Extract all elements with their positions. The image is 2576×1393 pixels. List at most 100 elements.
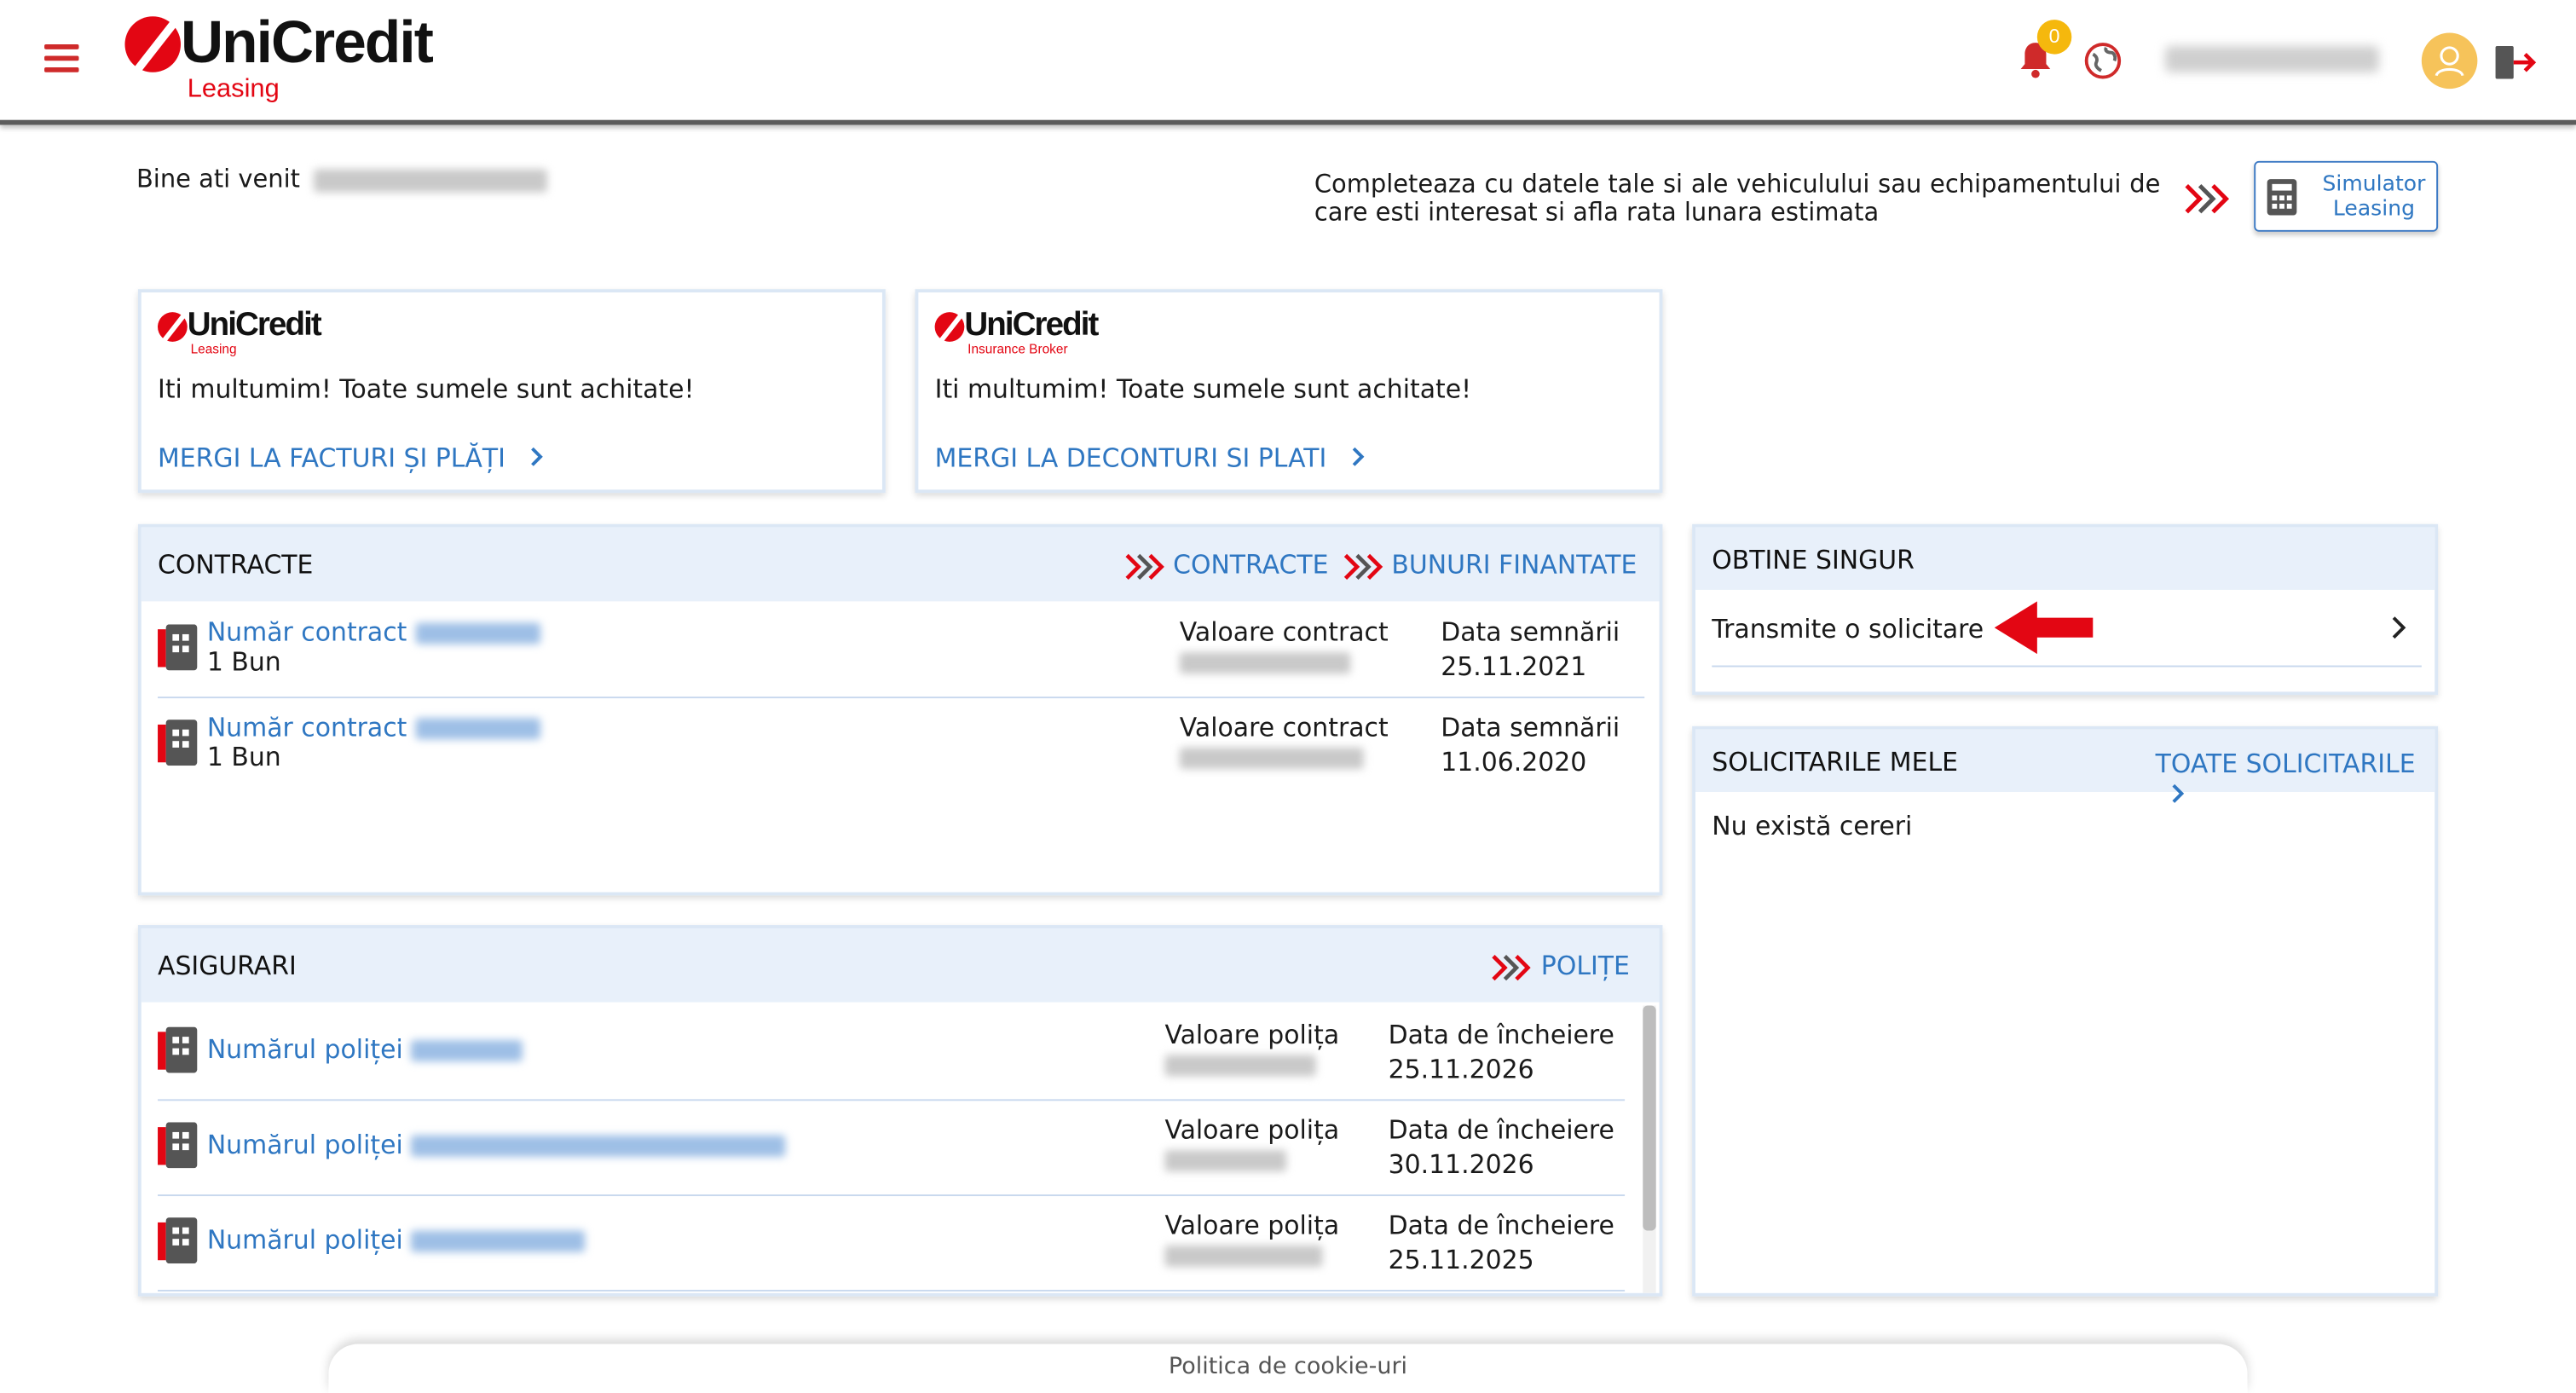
simulator-label-1: Simulator [2322, 172, 2426, 198]
submit-request-label: Transmite o solicitare [1712, 614, 1984, 644]
policy-value: Valoare polița [1164, 1020, 1339, 1077]
financed-assets-link[interactable]: BUNURI FINANTATE [1391, 551, 1637, 581]
globe-icon[interactable] [2083, 41, 2123, 80]
my-requests-title: SOLICITARILE MELE [1712, 747, 1958, 777]
chevron-right-icon [2392, 616, 2406, 639]
cookie-policy-link[interactable]: Politica de cookie-uri [328, 1354, 2247, 1380]
value-label: Valoare polița [1164, 1115, 1340, 1146]
contract-sign-date: Data semnării 11.06.2020 [1441, 713, 1620, 777]
policy-value: Valoare polița [1164, 1116, 1339, 1172]
triple-chevron-icon [1125, 553, 1164, 581]
submit-request-item[interactable]: Transmite o solicitare [1712, 590, 2422, 668]
leasing-balance-card: UniCredit Leasing Iti multumim! Toate su… [137, 289, 886, 494]
my-requests-header: SOLICITARILE MELE TOATE SOLICITARILE [1695, 729, 2435, 803]
contract-value: Valoare contract [1179, 713, 1389, 769]
insurance-balance-card: UniCredit Insurance Broker Iti multumim!… [915, 289, 1663, 494]
card-message: Iti multumim! Toate sumele sunt achitate… [158, 374, 695, 405]
contract-assets-count: 1 Bun [206, 647, 281, 678]
policy-number-label: Numărul poliței [206, 1225, 586, 1256]
contract-number-label: Număr contract [207, 713, 540, 743]
document-icon [158, 1026, 198, 1073]
triple-chevron-icon [1343, 553, 1383, 581]
value-label: Valoare polița [1164, 1211, 1340, 1241]
logo-brand-text: UniCredit [181, 8, 434, 76]
self-service-title: OBTINE SINGUR [1712, 545, 1915, 575]
date-label: Data semnării [1441, 617, 1620, 648]
self-service-panel: OBTINE SINGUR Transmite o solicitare [1692, 523, 2439, 696]
triple-chevron-icon [2185, 184, 2230, 214]
contracts-link[interactable]: CONTRACTE [1173, 551, 1328, 581]
contracts-title: CONTRACTE [158, 550, 314, 581]
policy-value-blurred [1164, 1245, 1323, 1267]
simulator-label-2: Leasing [2332, 197, 2415, 223]
policy-value: Valoare polița [1164, 1211, 1339, 1267]
date-value: 25.11.2021 [1441, 652, 1587, 682]
contract-row[interactable]: Număr contract 1 Bun Valoare contract Da… [158, 696, 1644, 792]
all-requests-label: TOATE SOLICITARILE [2155, 749, 2416, 779]
contract-sign-date: Data semnării 25.11.2021 [1441, 618, 1620, 682]
settlements-payments-link[interactable]: MERGI LA DECONTURI SI PLATI [935, 442, 1368, 473]
policy-end-date: Data de încheiere 25.11.2025 [1389, 1211, 1614, 1275]
calculator-icon [2267, 179, 2297, 216]
date-value: 25.11.2026 [1388, 1055, 1534, 1085]
contract-assets-count: 1 Bun [206, 743, 281, 772]
scrollbar-thumb[interactable] [1643, 1005, 1656, 1231]
chevron-right-icon [1351, 447, 1364, 466]
policy-row[interactable]: Numărul poliței Valoare polița Data de î… [158, 1194, 1626, 1292]
card-brand: UniCredit [964, 307, 1099, 344]
label-text: Număr contract [206, 617, 407, 648]
contracts-panel: CONTRACTE CONTRACTE BUNURI FINANTATE Num… [137, 523, 1663, 896]
policy-number-blurred [411, 1135, 786, 1157]
policy-value-blurred [1164, 1150, 1287, 1172]
unicredit-logo-mark [158, 312, 188, 342]
policy-value-blurred [1164, 1055, 1316, 1077]
all-requests-link[interactable]: TOATE SOLICITARILE [2156, 748, 2435, 810]
date-label: Data de încheiere [1388, 1020, 1614, 1050]
label-text: Număr contract [206, 713, 407, 743]
menu-icon[interactable] [44, 44, 79, 74]
document-icon [158, 720, 198, 766]
contracts-header: CONTRACTE CONTRACTE BUNURI FINANTATE [141, 527, 1660, 602]
user-name-blurred [314, 168, 548, 192]
document-icon [158, 1217, 198, 1264]
date-value: 30.11.2026 [1388, 1150, 1534, 1180]
label-text: Numărul poliței [206, 1225, 403, 1256]
value-label: Valoare polița [1164, 1020, 1340, 1050]
my-requests-panel: SOLICITARILE MELE TOATE SOLICITARILE Nu … [1692, 725, 2439, 1297]
no-requests-text: Nu există cereri [1712, 812, 1913, 841]
user-name-blurred [2165, 45, 2379, 72]
logout-icon[interactable] [2492, 43, 2538, 82]
insurance-panel: ASIGURARI POLIȚE Numărul poliței Valoare… [137, 925, 1663, 1297]
policy-row[interactable]: Numărul poliței Valoare polița Data de î… [158, 1099, 1626, 1197]
app-root: UniCredit Leasing 0 Bine ati venit Compl… [0, 0, 2576, 1393]
contract-value: Valoare contract [1179, 617, 1389, 674]
policy-number-label: Numărul poliței [207, 1130, 786, 1160]
avatar-icon[interactable] [2421, 32, 2478, 90]
date-label: Data semnării [1441, 713, 1620, 743]
simulator-leasing-button[interactable]: Simulator Leasing [2254, 160, 2439, 232]
unicredit-leasing-logo[interactable]: UniCredit Leasing [124, 8, 434, 105]
welcome-text: Bine ati venit [136, 164, 301, 194]
policies-link[interactable]: POLIȚE [1541, 951, 1630, 981]
date-label: Data de încheiere [1388, 1211, 1614, 1241]
policy-end-date: Data de încheiere 30.11.2026 [1389, 1116, 1614, 1180]
unicredit-leasing-logo: UniCredit Leasing [158, 309, 322, 357]
contract-value-blurred [1179, 747, 1364, 769]
top-header: UniCredit Leasing 0 [0, 0, 2576, 125]
card-brand-sub: Leasing [190, 341, 237, 357]
contract-row[interactable]: Număr contract 1 Bun Valoare contract Da… [158, 601, 1645, 699]
contract-value-blurred [1179, 652, 1351, 674]
policy-number-label: Numărul poliței [207, 1035, 523, 1065]
policy-row[interactable]: Numărul poliței Valoare polița Data de î… [158, 1004, 1626, 1101]
policy-end-date: Data de încheiere 25.11.2026 [1389, 1020, 1614, 1084]
policies-scrollbar[interactable] [1643, 1005, 1656, 1293]
notification-count-badge: 0 [2036, 20, 2072, 55]
invoices-payments-link[interactable]: MERGI LA FACTURI ȘI PLĂȚI [158, 442, 546, 473]
date-value: 25.11.2025 [1388, 1245, 1534, 1275]
card-brand-sub: Insurance Broker [967, 341, 1068, 357]
date-label: Data de încheiere [1388, 1115, 1614, 1146]
value-label: Valoare contract [1179, 617, 1389, 648]
self-service-header: OBTINE SINGUR [1695, 527, 2435, 590]
simulator-promo-text: Completeaza cu datele tale si ale vehicu… [1314, 169, 2161, 227]
logo-sub-text: Leasing [187, 75, 280, 104]
